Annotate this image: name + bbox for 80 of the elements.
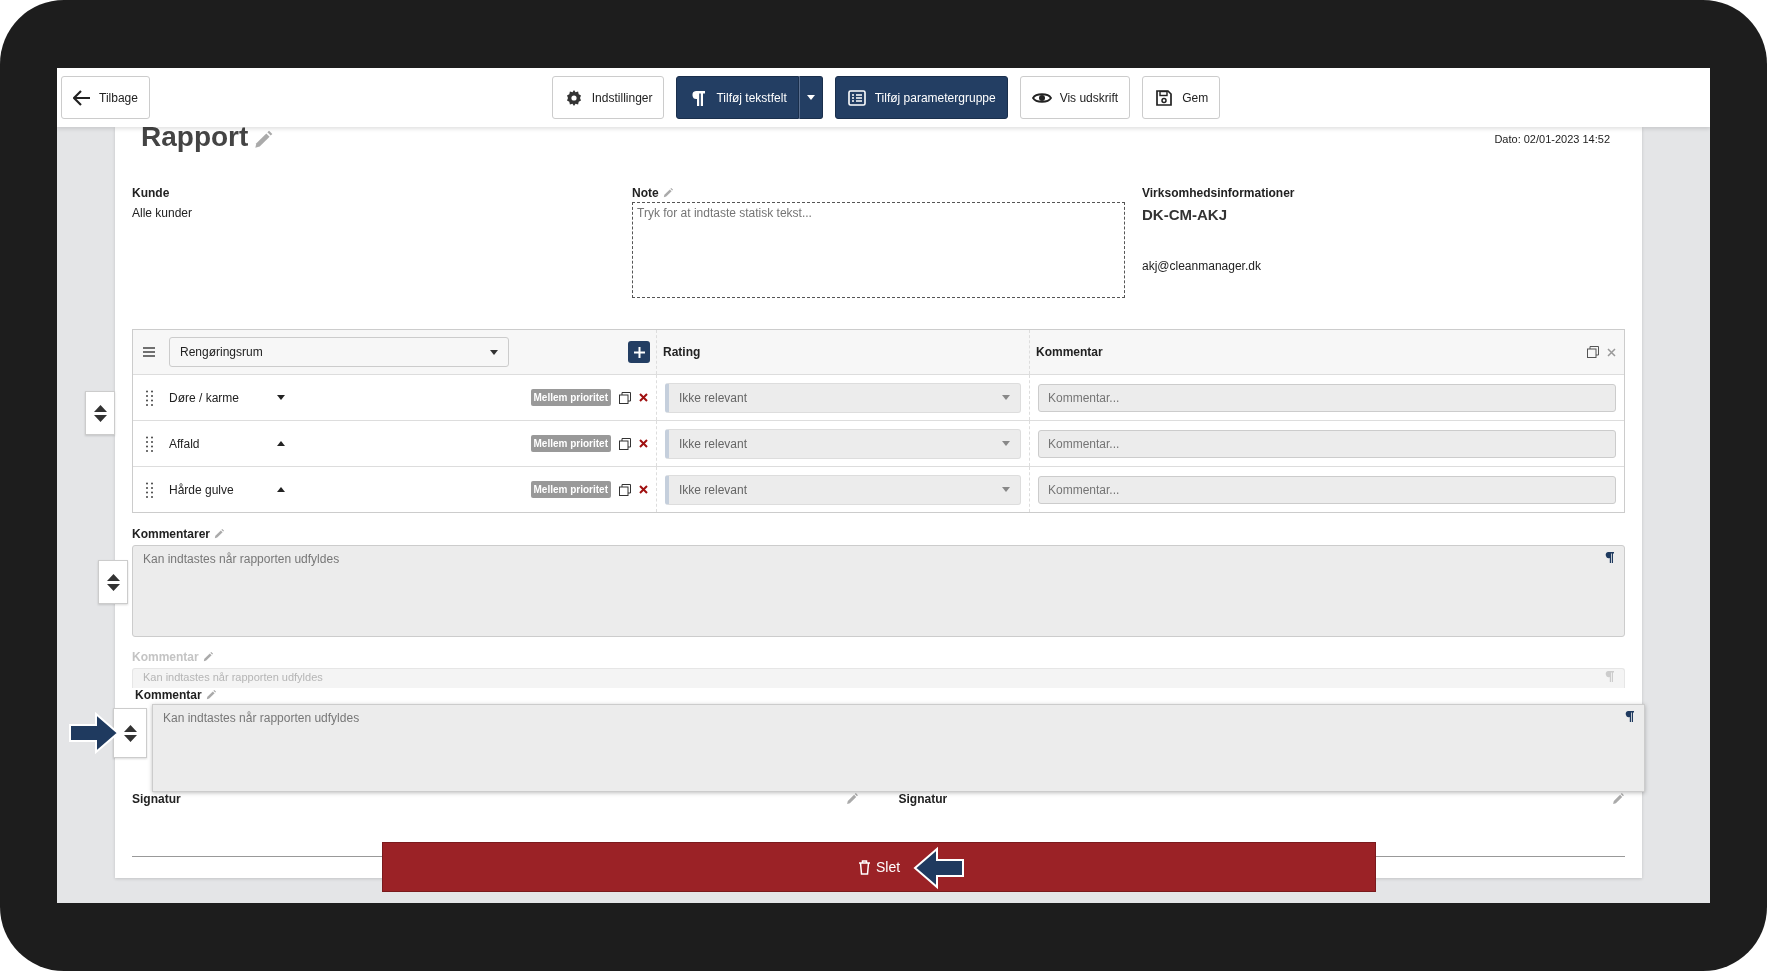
comment-field[interactable]: Kommentar... xyxy=(1038,383,1616,412)
pencil-icon xyxy=(252,129,275,151)
priority-badge: Mellem prioritet xyxy=(530,389,611,406)
signature-label: Signatur xyxy=(898,792,948,806)
copy-icon[interactable] xyxy=(1587,346,1599,358)
note-field[interactable]: Tryk for at indtaste statisk tekst... xyxy=(632,202,1125,298)
arrow-left-icon xyxy=(73,89,91,106)
copy-icon[interactable] xyxy=(619,391,631,404)
delete-icon[interactable] xyxy=(639,485,648,494)
settings-button[interactable]: Indstillinger xyxy=(551,76,665,119)
pilcrow-icon xyxy=(1625,711,1634,722)
parameter-name: Døre / karme xyxy=(169,390,240,405)
parameter-name: Affald xyxy=(169,436,201,451)
sort-icon xyxy=(123,724,137,742)
priority-badge: Mellem prioritet xyxy=(530,435,611,452)
drag-handle[interactable] xyxy=(85,391,115,435)
field-label: Kommentarer xyxy=(132,527,211,541)
toolbar-button[interactable]: Tilføj parametergruppe xyxy=(834,76,1008,119)
drag-handle[interactable] xyxy=(98,560,128,604)
back-button[interactable]: Tilbage xyxy=(61,76,150,119)
comment-field[interactable]: Kommentar... xyxy=(1038,429,1616,458)
drag-dots-icon[interactable] xyxy=(146,435,153,452)
pencil-icon xyxy=(1611,792,1625,806)
copy-icon[interactable] xyxy=(619,437,631,450)
caret-up-icon[interactable] xyxy=(277,441,285,446)
caret-up-icon[interactable] xyxy=(277,487,285,492)
pencil-icon xyxy=(213,528,226,540)
toolbar-button[interactable]: Gem xyxy=(1142,76,1221,119)
drag-dots-icon[interactable] xyxy=(146,389,153,406)
caret-down-icon xyxy=(806,95,815,100)
menu-icon xyxy=(143,347,155,357)
rating-select[interactable]: Ikke relevant xyxy=(665,474,1021,505)
caret-down-icon[interactable] xyxy=(277,395,285,400)
pencil-icon xyxy=(844,792,859,806)
field-label: Note xyxy=(632,186,659,200)
caret-down-icon xyxy=(1002,395,1010,400)
caret-down-icon xyxy=(1002,441,1010,446)
plus-icon xyxy=(633,346,645,358)
drag-dots-icon[interactable] xyxy=(146,481,153,498)
drag-handle[interactable] xyxy=(113,708,147,758)
dropdown-button[interactable] xyxy=(798,76,823,119)
close-icon[interactable] xyxy=(1607,347,1616,357)
pilcrow-icon xyxy=(1605,552,1614,563)
list-icon xyxy=(846,87,867,108)
field-label: Kommentar xyxy=(132,650,199,664)
toolbar-button[interactable]: Tilføj tekstfelt xyxy=(676,76,799,119)
add-button[interactable] xyxy=(628,341,650,363)
toolbar-button[interactable]: Vis udskrift xyxy=(1019,76,1131,119)
arrow-left-icon xyxy=(912,846,966,890)
sort-icon xyxy=(93,404,107,422)
priority-badge: Mellem prioritet xyxy=(530,481,611,498)
pencil-icon xyxy=(204,689,217,701)
sort-icon xyxy=(106,573,120,591)
field-label: Kommentar xyxy=(135,688,202,702)
trash-icon xyxy=(857,859,871,875)
pilcrow-icon xyxy=(1605,671,1614,682)
pencil-icon xyxy=(201,651,214,663)
caret-down-icon xyxy=(1002,487,1010,492)
signature-label: Signatur xyxy=(132,792,181,806)
column-header: Rating xyxy=(663,345,701,359)
pencil-icon xyxy=(661,187,674,199)
delete-button[interactable]: Slet xyxy=(382,842,1376,892)
company-email: akj@cleanmanager.dk xyxy=(1142,259,1262,273)
report-date: Dato: 02/01-2023 14:52 xyxy=(1494,132,1611,147)
text-field[interactable]: Kan indtastes når rapporten udfyldes xyxy=(152,704,1645,792)
delete-icon[interactable] xyxy=(639,439,648,448)
group-select[interactable]: Rengøringsrum xyxy=(169,337,509,367)
field-label: Kunde xyxy=(132,186,171,200)
report-title: Rapport xyxy=(141,121,249,153)
delete-icon[interactable] xyxy=(639,393,648,402)
rating-select[interactable]: Ikke relevant xyxy=(665,382,1021,413)
comment-field[interactable]: Kommentar... xyxy=(1038,475,1616,504)
caret-down-icon xyxy=(490,349,498,355)
company-name: DK-CM-AKJ xyxy=(1142,206,1228,223)
parameter-name: Hårde gulve xyxy=(169,482,235,497)
field-value: Alle kunder xyxy=(132,206,194,220)
column-header: Kommentar xyxy=(1036,345,1103,359)
field-label: Virksomhedsinformationer xyxy=(1142,186,1295,200)
rating-select[interactable]: Ikke relevant xyxy=(665,428,1021,459)
copy-icon[interactable] xyxy=(619,483,631,496)
